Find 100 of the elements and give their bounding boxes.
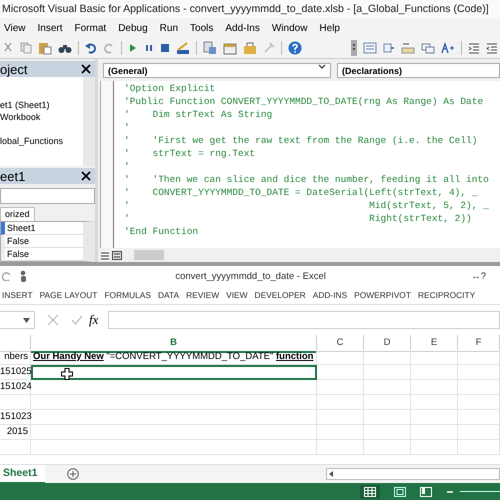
ribbon-tab[interactable]: DATA (158, 290, 180, 300)
scroll-left-icon[interactable] (327, 471, 334, 477)
horizontal-scrollbar[interactable] (134, 250, 164, 260)
table-cell (411, 395, 458, 410)
quick-info-icon[interactable] (401, 42, 415, 54)
table-cell (317, 395, 364, 410)
code-line: ' strText = rng.Text (124, 147, 256, 160)
menu-item[interactable]: Tools (190, 22, 214, 34)
menu-item[interactable]: Format (74, 22, 106, 34)
column-header[interactable]: C (317, 335, 364, 352)
procedure-dropdown[interactable]: (Declarations) (337, 62, 500, 78)
binoculars-icon[interactable] (58, 42, 72, 54)
caret-icon[interactable] (23, 318, 30, 322)
table-cell (364, 350, 411, 365)
ribbon-tab[interactable]: PAGE LAYOUT (40, 290, 98, 300)
outdent-icon[interactable] (486, 42, 498, 54)
ribbon-tab[interactable]: POWERPIVOT (354, 290, 411, 300)
close-icon[interactable] (81, 171, 91, 181)
code-line: 'Public Function CONVERT_YYYYMMDD_TO_DATE(rng As Range) As Date (124, 95, 484, 108)
complete-word-icon[interactable] (441, 42, 455, 54)
formula-field[interactable] (108, 311, 500, 329)
stop-icon[interactable] (160, 43, 170, 53)
code-line: ' 'First we get the raw text from the Range (i.e. the Cell) (124, 134, 478, 147)
undo-icon[interactable] (85, 42, 97, 54)
window-title: Microsoft Visual Basic for Applications - convert_yyyymmdd_to_date.xlsb - [a_Global_Functions (Code)] (0, 0, 500, 18)
toolbar-grip-icon[interactable] (351, 40, 357, 56)
table-cell (458, 410, 500, 425)
property-value[interactable]: Sheet1 (5, 222, 36, 234)
tree-item[interactable]: lobal_Functions (0, 135, 83, 147)
menu-item[interactable]: Add-Ins (225, 22, 260, 34)
table-cell: 151025 (0, 365, 31, 380)
close-icon[interactable] (81, 64, 91, 74)
project-explorer-icon[interactable] (203, 41, 217, 55)
menu-item[interactable]: Window (272, 22, 308, 34)
help-button[interactable]: ↔? (471, 270, 486, 282)
table-cell (317, 440, 364, 455)
tree-item[interactable]: Workbook (0, 111, 83, 123)
property-row[interactable]: Sheet1 (1, 222, 83, 235)
table-cell (317, 425, 364, 440)
column-header[interactable]: D (364, 335, 411, 352)
play-icon[interactable] (128, 43, 138, 53)
full-module-view-icon[interactable] (112, 250, 122, 260)
ribbon-tab[interactable]: VIEW (226, 290, 248, 300)
table-cell: Our Handy New "=CONVERT_YYYYMMDD_TO_DATE" function (31, 350, 317, 365)
tree-item[interactable]: et1 (Sheet1) (0, 99, 83, 111)
categorized-tab[interactable]: orized (0, 207, 35, 221)
parameter-info-icon[interactable] (421, 42, 435, 54)
panel-title: oject (0, 62, 28, 76)
toolbox-icon[interactable] (243, 41, 257, 55)
list-icon[interactable] (363, 42, 377, 54)
table-cell (411, 440, 458, 455)
ribbon-tab[interactable]: FORMULAS (104, 290, 151, 300)
table-cell (0, 395, 31, 410)
name-box[interactable] (0, 311, 35, 329)
constants-icon[interactable] (383, 42, 395, 54)
column-header[interactable]: E (411, 335, 458, 352)
property-row[interactable]: False (1, 235, 83, 248)
code-line: ' Dim strText As String (124, 108, 274, 121)
menu-item[interactable]: Run (160, 22, 178, 34)
cut-icon[interactable] (2, 42, 14, 54)
column-header[interactable]: B (31, 335, 317, 353)
code-line: 'End Function (124, 225, 200, 238)
property-value[interactable]: False (5, 248, 30, 260)
menu-item[interactable]: Insert (38, 22, 63, 34)
help-icon[interactable] (288, 41, 302, 55)
add-sheet-icon[interactable] (67, 468, 80, 480)
table-cell: 151024 (0, 380, 31, 395)
object-dropdown[interactable]: (General) (103, 62, 331, 78)
ribbon-tab[interactable]: REVIEW (186, 290, 220, 300)
table-cell (411, 365, 458, 380)
vertical-scrollbar[interactable] (83, 77, 95, 166)
property-value[interactable]: False (5, 235, 30, 247)
page-break-icon[interactable] (420, 486, 432, 496)
sheet-tab[interactable]: Sheet1 (0, 464, 46, 484)
table-cell (364, 380, 411, 395)
table-cell (411, 350, 458, 365)
properties-icon[interactable] (223, 41, 237, 55)
redo-icon[interactable] (2, 271, 12, 281)
code-line: ' 'Then we can slice and dice the number, feeding it all into (124, 173, 489, 186)
ribbon-tab[interactable]: DEVELOPER (254, 290, 306, 300)
page-layout-icon[interactable] (394, 486, 406, 496)
insert-function-button[interactable]: fx (89, 312, 98, 328)
menu-item[interactable]: View (4, 22, 26, 34)
column-header[interactable]: F (458, 335, 500, 352)
horizontal-scrollbar[interactable] (326, 468, 500, 480)
ribbon-tab[interactable]: ADD-INS (312, 290, 348, 300)
table-cell: 151023 (0, 410, 31, 425)
ribbon-tab[interactable]: INSERT (2, 290, 33, 300)
table-cell (411, 425, 458, 440)
pause-icon[interactable] (144, 43, 154, 53)
paste-icon[interactable] (38, 41, 52, 55)
normal-view-icon[interactable] (360, 484, 380, 498)
cursor-icon (61, 368, 73, 380)
procedure-view-icon[interactable] (100, 250, 110, 260)
menu-item[interactable]: Help (319, 22, 340, 34)
indent-icon[interactable] (468, 42, 480, 54)
menu-item[interactable]: Debug (118, 22, 148, 34)
ribbon-tab[interactable]: RECIPROCITY (418, 290, 476, 300)
design-mode-icon[interactable] (176, 41, 190, 55)
table-cell (458, 395, 500, 410)
